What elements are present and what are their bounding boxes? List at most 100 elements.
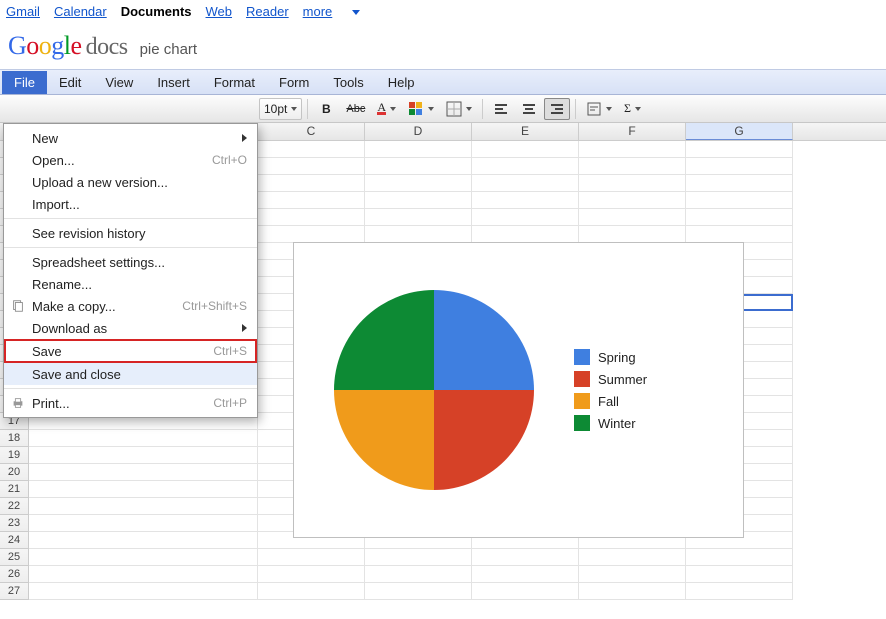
cell[interactable] (365, 158, 472, 175)
row-header[interactable]: 22 (0, 498, 29, 515)
cell[interactable] (472, 158, 579, 175)
nav-gmail[interactable]: Gmail (6, 4, 40, 19)
text-color-button[interactable]: A (372, 98, 401, 120)
menu-item-print[interactable]: Print...Ctrl+P (4, 392, 257, 414)
document-title[interactable]: pie chart (140, 41, 198, 58)
cell[interactable] (258, 158, 365, 175)
fill-color-button[interactable] (403, 98, 439, 120)
menu-item-open[interactable]: Open...Ctrl+O (4, 149, 257, 171)
cell[interactable] (365, 566, 472, 583)
cell[interactable] (472, 549, 579, 566)
cell[interactable] (472, 141, 579, 158)
menu-file[interactable]: File (2, 71, 47, 94)
cell[interactable] (686, 141, 793, 158)
col-header-g[interactable]: G (686, 123, 793, 140)
cell[interactable] (686, 566, 793, 583)
cell[interactable] (686, 175, 793, 192)
pie-chart[interactable]: Spring Summer Fall Winter (293, 242, 744, 538)
menu-insert[interactable]: Insert (145, 71, 202, 94)
spreadsheet-grid[interactable]: C D E F G 252525251718192021222324252627… (0, 123, 886, 610)
cell[interactable] (686, 226, 793, 243)
menu-edit[interactable]: Edit (47, 71, 93, 94)
row-header[interactable]: 23 (0, 515, 29, 532)
row-header[interactable]: 21 (0, 481, 29, 498)
cell[interactable] (579, 141, 686, 158)
cell[interactable] (579, 583, 686, 600)
menu-form[interactable]: Form (267, 71, 321, 94)
grid-row[interactable]: 25 (0, 549, 886, 566)
menu-item-save-and-close[interactable]: Save and close (4, 363, 257, 385)
cell[interactable] (258, 226, 365, 243)
align-left-button[interactable] (488, 98, 514, 120)
cell[interactable] (365, 141, 472, 158)
align-right-button[interactable] (544, 98, 570, 120)
menu-item-make-copy[interactable]: Make a copy...Ctrl+Shift+S (4, 295, 257, 317)
cell[interactable] (686, 549, 793, 566)
menu-item-revision-history[interactable]: See revision history (4, 222, 257, 244)
cell[interactable] (258, 141, 365, 158)
row-header[interactable]: 18 (0, 430, 29, 447)
col-header-c[interactable]: C (258, 123, 365, 140)
cell[interactable] (258, 549, 365, 566)
strike-button[interactable]: Abc (341, 98, 370, 120)
cell[interactable] (579, 192, 686, 209)
wrap-button[interactable] (581, 98, 617, 120)
cell[interactable] (472, 583, 579, 600)
menu-item-download-as[interactable]: Download as (4, 317, 257, 339)
nav-calendar[interactable]: Calendar (54, 4, 107, 19)
nav-documents[interactable]: Documents (121, 4, 192, 19)
cell[interactable] (579, 549, 686, 566)
cell[interactable] (686, 192, 793, 209)
menu-item-upload[interactable]: Upload a new version... (4, 171, 257, 193)
cell[interactable] (579, 158, 686, 175)
cell[interactable] (579, 175, 686, 192)
row-header[interactable]: 25 (0, 549, 29, 566)
nav-more[interactable]: more (303, 4, 374, 19)
cell[interactable] (365, 226, 472, 243)
font-size-select[interactable]: 10pt (259, 98, 302, 120)
cell[interactable] (686, 583, 793, 600)
cell[interactable] (686, 158, 793, 175)
formula-button[interactable]: Σ (619, 98, 646, 120)
row-header[interactable]: 19 (0, 447, 29, 464)
cell[interactable] (472, 192, 579, 209)
menu-help[interactable]: Help (376, 71, 427, 94)
cell[interactable] (365, 209, 472, 226)
grid-row[interactable]: 26 (0, 566, 886, 583)
cell[interactable] (258, 192, 365, 209)
row-header[interactable]: 27 (0, 583, 29, 600)
cell[interactable] (579, 566, 686, 583)
col-header-e[interactable]: E (472, 123, 579, 140)
row-header[interactable]: 20 (0, 464, 29, 481)
cell[interactable] (472, 226, 579, 243)
menu-item-spreadsheet-settings[interactable]: Spreadsheet settings... (4, 251, 257, 273)
menu-item-rename[interactable]: Rename... (4, 273, 257, 295)
align-center-button[interactable] (516, 98, 542, 120)
cell[interactable] (686, 209, 793, 226)
borders-button[interactable] (441, 98, 477, 120)
nav-web[interactable]: Web (206, 4, 233, 19)
cell[interactable] (258, 175, 365, 192)
menu-tools[interactable]: Tools (321, 71, 375, 94)
row-header[interactable]: 26 (0, 566, 29, 583)
cell[interactable] (472, 209, 579, 226)
col-header-f[interactable]: F (579, 123, 686, 140)
bold-button[interactable]: B (313, 98, 339, 120)
cell[interactable] (365, 192, 472, 209)
cell[interactable] (579, 226, 686, 243)
menu-item-save[interactable]: SaveCtrl+S (4, 339, 257, 363)
cell[interactable] (258, 566, 365, 583)
cell[interactable] (365, 549, 472, 566)
menu-item-import[interactable]: Import... (4, 193, 257, 215)
cell[interactable] (258, 209, 365, 226)
nav-reader[interactable]: Reader (246, 4, 289, 19)
menu-format[interactable]: Format (202, 71, 267, 94)
cell[interactable] (579, 209, 686, 226)
col-header-d[interactable]: D (365, 123, 472, 140)
menu-view[interactable]: View (93, 71, 145, 94)
cell[interactable] (472, 566, 579, 583)
row-header[interactable]: 24 (0, 532, 29, 549)
cell[interactable] (472, 175, 579, 192)
menu-item-new[interactable]: New (4, 127, 257, 149)
cell[interactable] (258, 583, 365, 600)
